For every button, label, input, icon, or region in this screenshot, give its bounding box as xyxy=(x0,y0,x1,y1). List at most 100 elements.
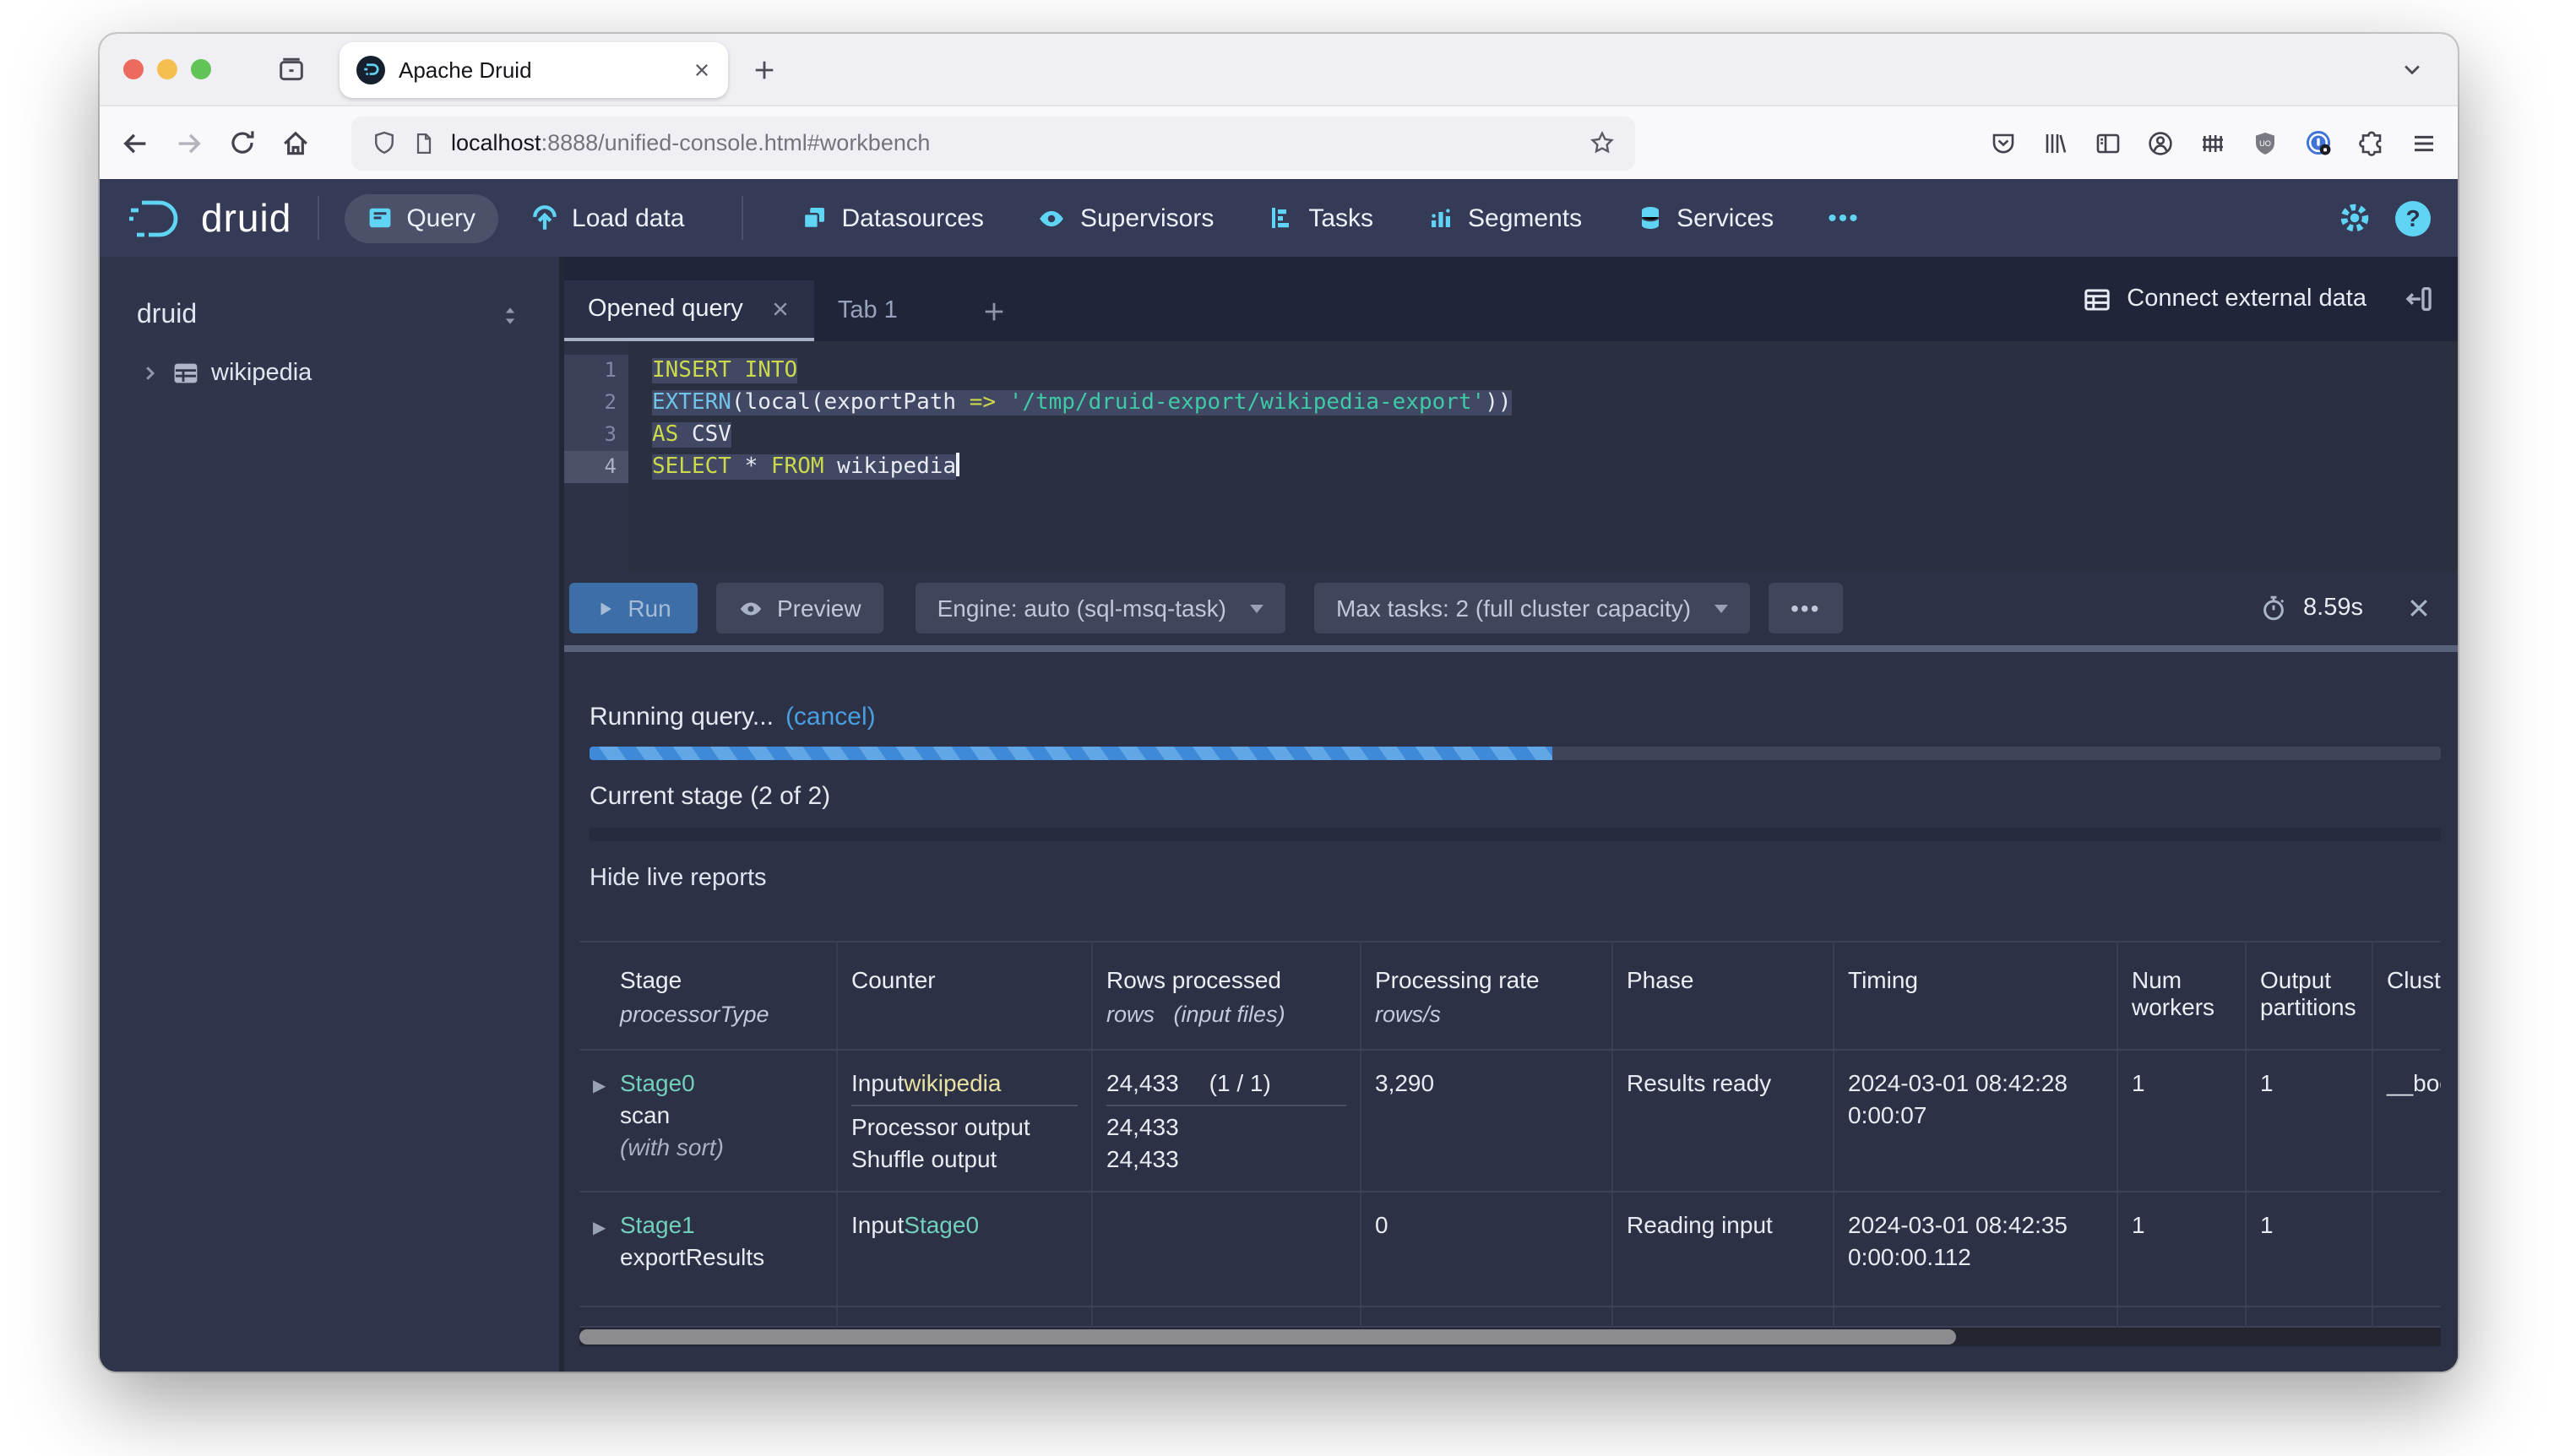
table-cell-stage: Stage1exportResults xyxy=(606,1193,838,1306)
nav-item-segments[interactable]: Segments xyxy=(1405,193,1604,242)
cell-line: Input wikipedia xyxy=(851,1068,1078,1100)
line-number: 1 xyxy=(564,355,628,387)
pocket-icon[interactable] xyxy=(1990,129,2017,156)
scrollbar-thumb[interactable] xyxy=(579,1329,1957,1345)
cell-text: FROM xyxy=(771,454,824,480)
cell-line: 2024-03-01 08:42:28 xyxy=(1848,1068,2103,1100)
code-line[interactable]: INSERT INTO xyxy=(652,355,1512,387)
cell-text: Shuffle output xyxy=(851,1144,997,1176)
stage-link[interactable]: Stage0 xyxy=(620,1068,695,1100)
code-line[interactable]: EXTERN(local(exportPath => '/tmp/druid-e… xyxy=(652,387,1512,419)
cell-line: 3,290 xyxy=(1375,1068,1598,1100)
extensions-puzzle-icon[interactable] xyxy=(2358,129,2385,156)
druid-logo[interactable]: druid xyxy=(127,194,291,242)
code-line[interactable]: AS CSV xyxy=(652,419,1512,451)
cell-text: Input xyxy=(851,1209,904,1241)
schema-title: druid xyxy=(137,301,498,331)
home-icon[interactable] xyxy=(280,128,311,158)
settings-gear-icon[interactable] xyxy=(2338,201,2372,235)
nav-item-query[interactable]: Query xyxy=(344,193,497,242)
help-icon[interactable]: ? xyxy=(2395,200,2431,236)
column-header: Timing xyxy=(1834,943,2118,1049)
reload-icon[interactable] xyxy=(228,128,257,157)
table-cell-rows xyxy=(1093,1307,1361,1328)
cell-text: INSERT INTO xyxy=(652,358,797,383)
table-cell-workers xyxy=(2118,1307,2247,1328)
cell-line: (with sort) xyxy=(620,1132,823,1164)
add-query-tab-icon[interactable] xyxy=(965,280,1024,341)
preview-button[interactable]: Preview xyxy=(716,583,883,633)
table-cell-rate: 0 xyxy=(1361,1193,1613,1306)
chevron-down-icon xyxy=(1714,604,1728,612)
table-cell-counter: Input wikipediaProcessor outputShuffle o… xyxy=(838,1051,1093,1191)
engine-select[interactable]: Engine: auto (sql-msq-task) xyxy=(916,583,1285,633)
back-icon[interactable] xyxy=(120,128,150,158)
list-all-tabs-icon[interactable] xyxy=(2400,57,2424,81)
max-tasks-select[interactable]: Max tasks: 2 (full cluster capacity) xyxy=(1314,583,1750,633)
row-expander-icon[interactable]: ▶ xyxy=(579,1193,606,1306)
menu-hamburger-icon[interactable] xyxy=(2410,129,2437,156)
table-cell-timing: 2024-03-01 08:42:280:00:07 xyxy=(1834,1051,2118,1191)
horizontal-scrollbar[interactable] xyxy=(579,1328,2441,1346)
ublock-origin-icon[interactable]: UO xyxy=(2252,129,2279,156)
new-tab-button[interactable] xyxy=(752,57,777,82)
cell-text: 1 xyxy=(2132,1209,2145,1241)
supervisors-icon xyxy=(1038,204,1067,232)
collapse-panel-icon[interactable] xyxy=(2404,284,2434,314)
url-text[interactable]: localhost:8888/unified-console.html#work… xyxy=(451,130,1574,155)
close-results-icon[interactable] xyxy=(2407,596,2431,620)
forward-icon[interactable] xyxy=(174,128,204,158)
cell-text xyxy=(996,390,1009,416)
table-header-row: StageprocessorTypeCounterRows processedr… xyxy=(579,943,2441,1051)
code-line[interactable]: SELECT * FROM wikipedia xyxy=(652,451,1512,483)
window-close-button[interactable] xyxy=(123,59,144,79)
run-button[interactable]: Run xyxy=(569,583,698,633)
query-tab-close-icon[interactable] xyxy=(770,299,791,319)
hide-live-reports-link[interactable]: Hide live reports xyxy=(590,865,767,892)
sql-editor[interactable]: 1234 INSERT INTOEXTERN(local(exportPath … xyxy=(564,341,2458,571)
datasource-link[interactable]: wikipedia xyxy=(904,1068,1001,1100)
account-icon[interactable] xyxy=(2147,129,2174,156)
multi-account-containers-icon[interactable] xyxy=(2199,129,2226,156)
tab-close-icon[interactable] xyxy=(693,60,711,79)
window-zoom-button[interactable] xyxy=(191,59,211,79)
table-cell-rate: 3,290 xyxy=(1361,1051,1613,1191)
firefox-view-icon[interactable] xyxy=(269,47,312,91)
svg-text:UO: UO xyxy=(2259,139,2271,147)
library-icon[interactable] xyxy=(2042,129,2069,156)
query-tab-tab1[interactable]: Tab 1 xyxy=(814,280,921,341)
cell-line: 1 xyxy=(2132,1209,2231,1241)
table-cell-rate xyxy=(1361,1307,1613,1328)
stage-link[interactable]: Stage1 xyxy=(620,1209,695,1241)
nav-item-tasks[interactable]: Tasks xyxy=(1246,193,1395,242)
chevron-right-icon[interactable] xyxy=(140,363,160,383)
stage-link[interactable]: Stage0 xyxy=(904,1209,979,1241)
sort-icon[interactable] xyxy=(498,304,522,328)
more-options-button[interactable]: ••• xyxy=(1769,583,1842,633)
onepassword-icon[interactable] xyxy=(2304,128,2333,157)
nav-item-supervisors[interactable]: Supervisors xyxy=(1016,193,1236,242)
play-icon xyxy=(595,599,614,617)
tracking-shield-icon[interactable] xyxy=(372,130,397,155)
row-expander-icon[interactable]: ▶ xyxy=(579,1051,606,1191)
sidebar-item-wikipedia[interactable]: wikipedia xyxy=(100,345,559,402)
query-tab-opened-query[interactable]: Opened query xyxy=(564,280,814,341)
nav-item-load-data[interactable]: Load data xyxy=(508,193,706,242)
nav-item-more[interactable]: ••• xyxy=(1806,193,1882,242)
cancel-query-link[interactable]: (cancel) xyxy=(785,703,876,731)
cell-text: AS xyxy=(652,422,678,448)
sidebars-icon[interactable] xyxy=(2095,129,2122,156)
url-bar[interactable]: localhost:8888/unified-console.html#work… xyxy=(351,116,1635,170)
page-info-icon[interactable] xyxy=(412,131,436,155)
stopwatch-icon xyxy=(2259,595,2286,622)
datasources-icon xyxy=(802,204,829,231)
connect-external-data-button[interactable]: Connect external data xyxy=(2083,285,2367,313)
browser-tab[interactable]: Apache Druid xyxy=(340,41,728,97)
panel-resizer-handle[interactable] xyxy=(564,645,2458,652)
nav-item-services[interactable]: Services xyxy=(1614,193,1796,242)
cell-line: __boost xyxy=(2387,1068,2441,1100)
nav-item-datasources[interactable]: Datasources xyxy=(780,193,1006,242)
window-minimize-button[interactable] xyxy=(157,59,177,79)
bookmark-star-icon[interactable] xyxy=(1589,130,1615,155)
editor-lines[interactable]: INSERT INTO EXTERN(local(exportPath => '/… xyxy=(628,341,1512,571)
